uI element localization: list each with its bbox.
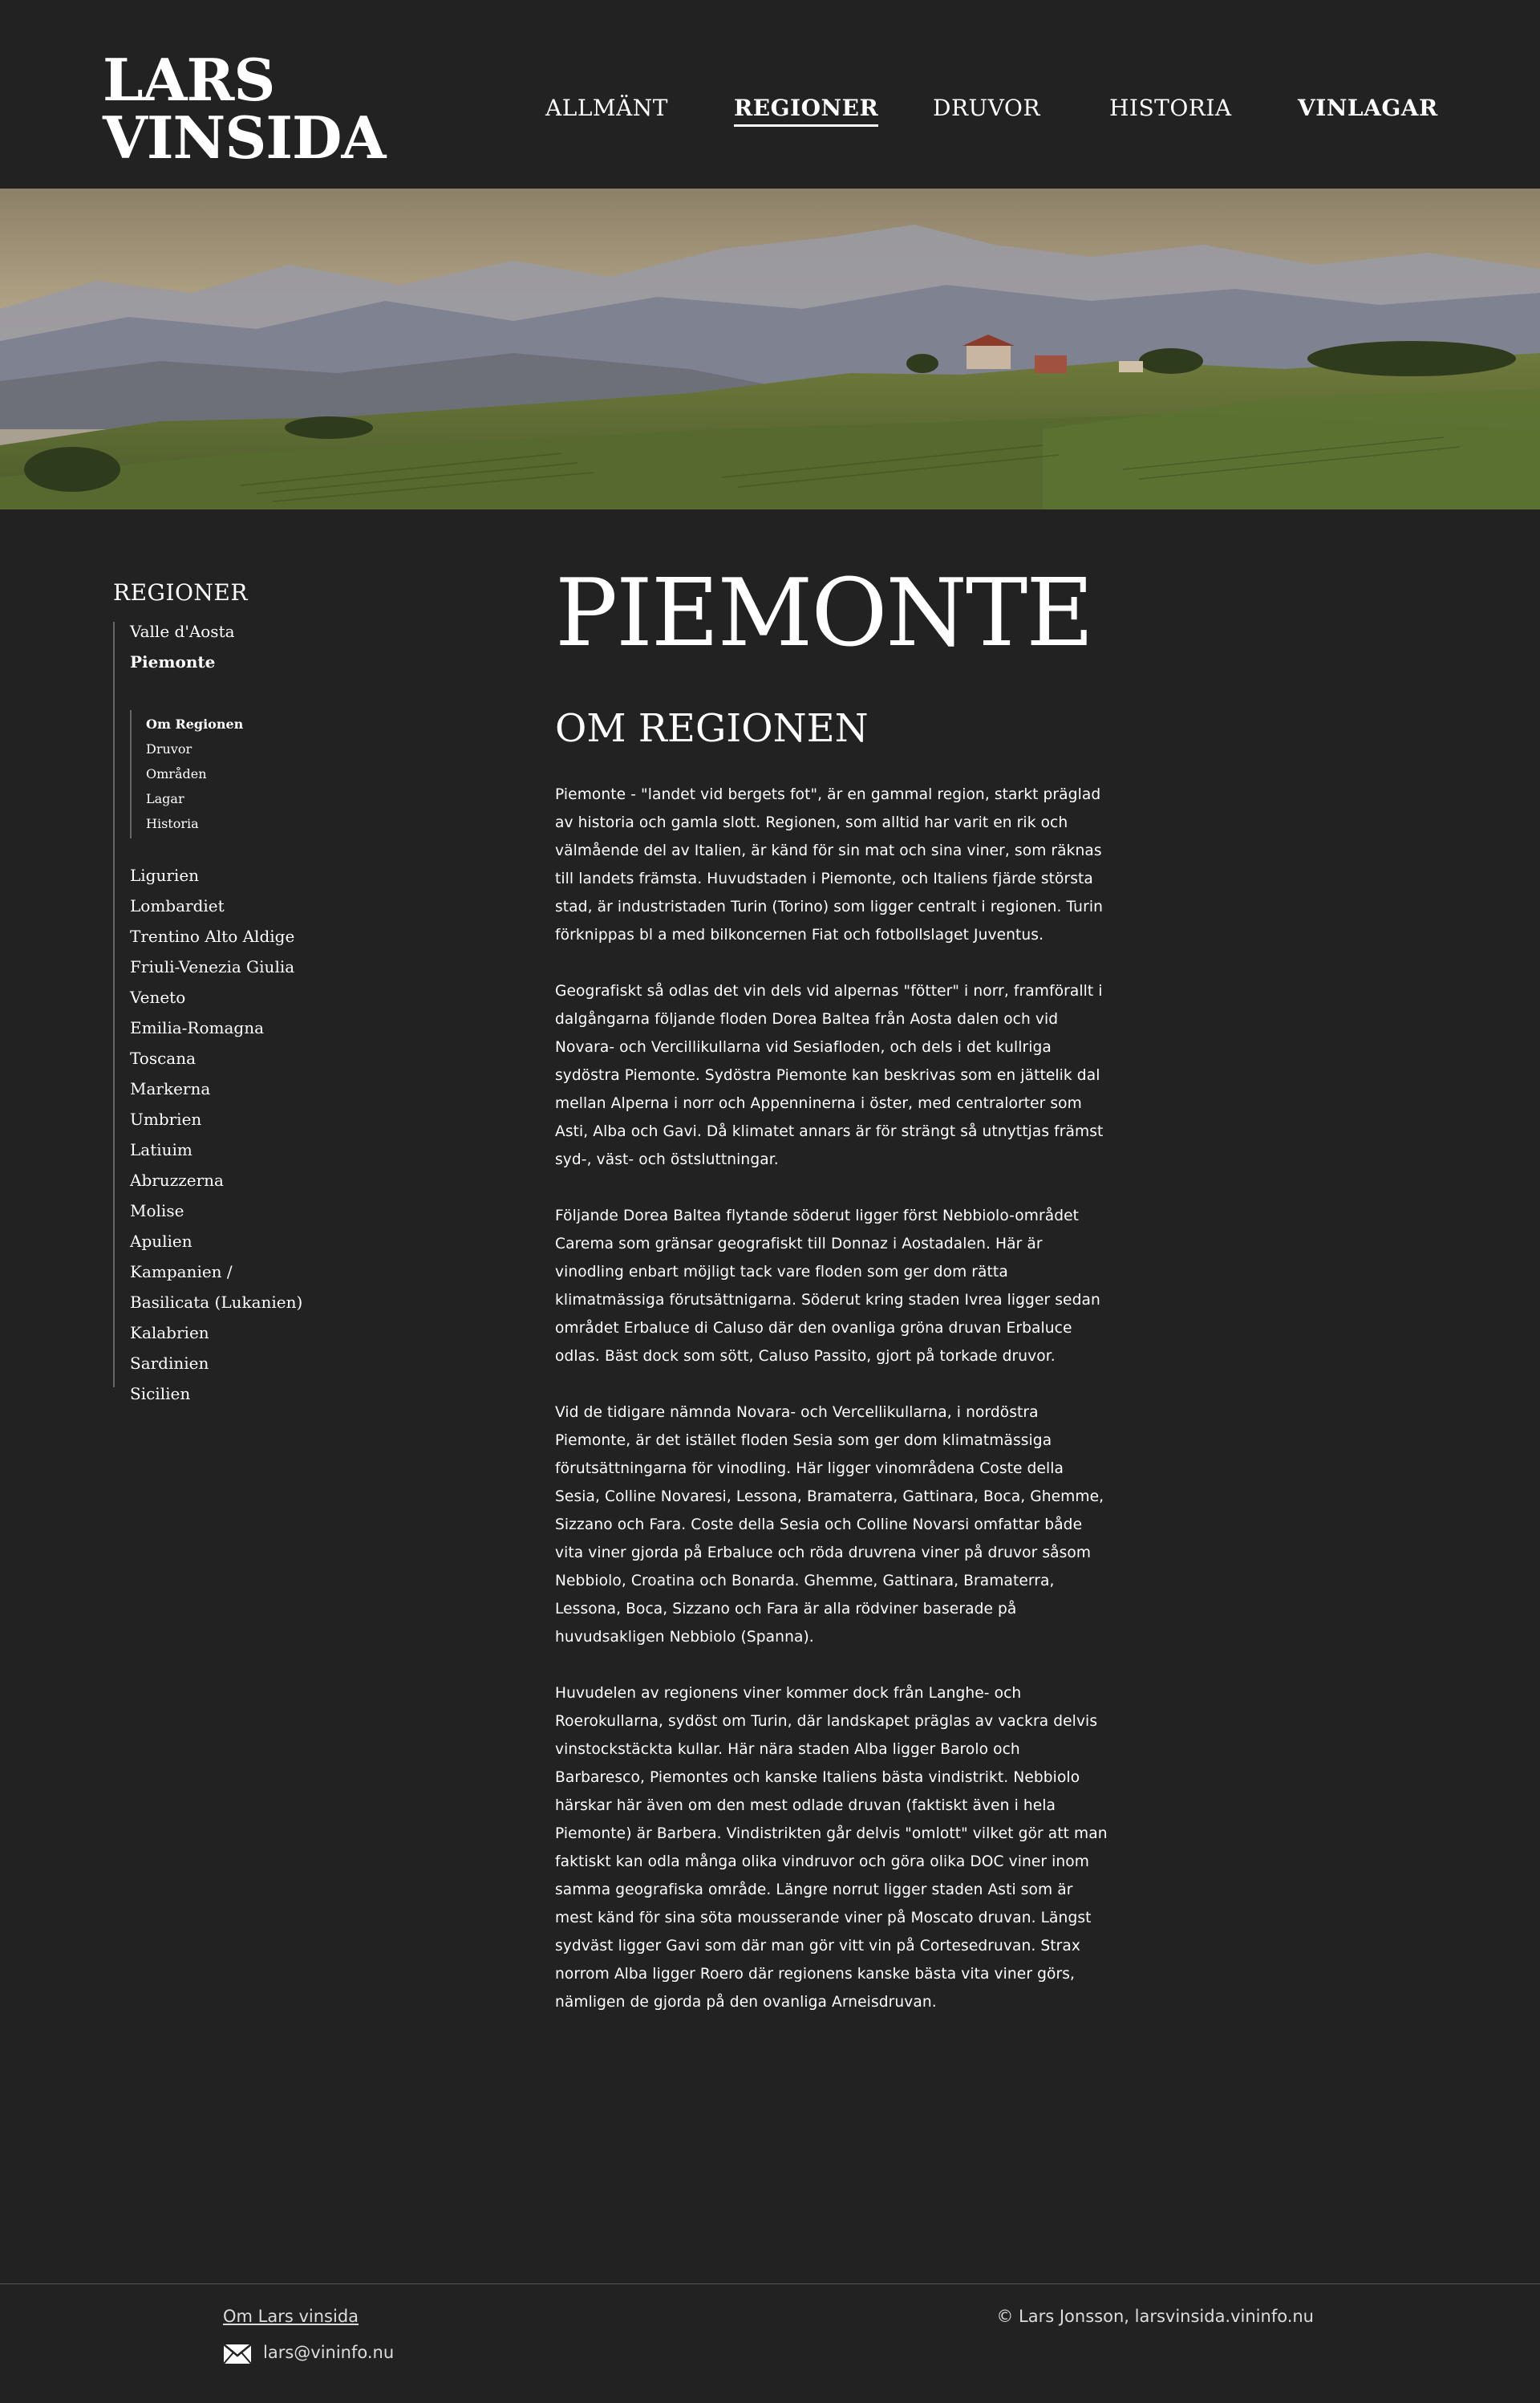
region-item-emilia-romagna[interactable]: Emilia-Romagna: [130, 1018, 264, 1037]
email-address[interactable]: lars@vininfo.nu: [263, 2343, 394, 2362]
region-item-apulien[interactable]: Apulien: [130, 1232, 192, 1251]
subnav-omraden[interactable]: Områden: [146, 766, 207, 781]
copyright-text: © Lars Jonsson, larsvinsida.vininfo.nu: [996, 2307, 1314, 2326]
nav-historia[interactable]: HISTORIA: [1109, 95, 1232, 121]
subnav-om-regionen[interactable]: Om Regionen: [146, 716, 243, 732]
region-item-molise[interactable]: Molise: [130, 1201, 184, 1220]
region-item-lombardiet[interactable]: Lombardiet: [130, 896, 225, 915]
region-item-markerna[interactable]: Markerna: [130, 1079, 210, 1098]
sidebar-title: REGIONER: [113, 579, 248, 606]
paragraph: Följande Dorea Baltea flytande söderut l…: [555, 1208, 1100, 1365]
region-item-piemonte[interactable]: Piemonte: [130, 652, 215, 672]
nav-regioner[interactable]: REGIONER: [734, 95, 879, 127]
region-item-valle-daosta[interactable]: Valle d'Aosta: [130, 622, 235, 641]
paragraph: Piemonte - "landet vid bergets fot", är …: [555, 786, 1103, 944]
hero-landscape-image: [0, 189, 1540, 509]
nav-druvor[interactable]: DRUVOR: [933, 95, 1040, 121]
region-item-sicilien[interactable]: Sicilien: [130, 1384, 190, 1403]
region-item-umbrien[interactable]: Umbrien: [130, 1110, 201, 1129]
about-link[interactable]: Om Lars vinsida: [223, 2307, 359, 2326]
region-item-kalabrien[interactable]: Kalabrien: [130, 1323, 209, 1342]
subnav-historia[interactable]: Historia: [146, 816, 199, 831]
region-item-latiuim[interactable]: Latiuim: [130, 1140, 192, 1159]
article-body: Piemonte - "landet vid bergets fot", är …: [555, 781, 1108, 2044]
main-nav: ALLMÄNT REGIONER DRUVOR HISTORIA VINLAGA…: [0, 95, 1540, 127]
region-item-trentino[interactable]: Trentino Alto Aldige: [130, 927, 294, 946]
site-header: LARS VINSIDA ALLMÄNT REGIONER DRUVOR HIS…: [0, 0, 1540, 189]
section-title: OM REGIONEN: [555, 706, 869, 751]
paragraph: Geografiskt så odlas det vin dels vid al…: [555, 983, 1104, 1168]
subnav-lagar[interactable]: Lagar: [146, 791, 184, 806]
subnav-druvor[interactable]: Druvor: [146, 741, 192, 757]
region-item-friuli[interactable]: Friuli-Venezia Giulia: [130, 957, 294, 976]
region-item-abruzzerna[interactable]: Abruzzerna: [130, 1171, 224, 1190]
nav-allmant[interactable]: ALLMÄNT: [545, 95, 668, 121]
region-item-toscana[interactable]: Toscana: [130, 1049, 196, 1068]
paragraph: Vid de tidigare nämnda Novara- och Verce…: [555, 1404, 1104, 1646]
page-title: PIEMONTE: [555, 559, 1094, 668]
region-item-basilicata[interactable]: Basilicata (Lukanien): [130, 1293, 302, 1312]
nav-vinlagar[interactable]: VINLAGAR: [1298, 95, 1438, 121]
region-item-ligurien[interactable]: Ligurien: [130, 866, 199, 885]
region-subnav: Om Regionen Druvor Områden Lagar Histori…: [130, 710, 372, 838]
site-footer: Om Lars vinsida lars@vininfo.nu © Lars J…: [0, 2283, 1540, 2403]
envelope-icon: [223, 2344, 252, 2364]
region-item-veneto[interactable]: Veneto: [130, 988, 185, 1007]
region-item-kampanien[interactable]: Kampanien /: [130, 1262, 233, 1281]
region-list: Valle d'Aosta Piemonte Om Regionen Druvo…: [113, 622, 436, 1403]
region-item-sardinien[interactable]: Sardinien: [130, 1354, 209, 1373]
paragraph: Huvudelen av regionens viner kommer dock…: [555, 1685, 1108, 2011]
